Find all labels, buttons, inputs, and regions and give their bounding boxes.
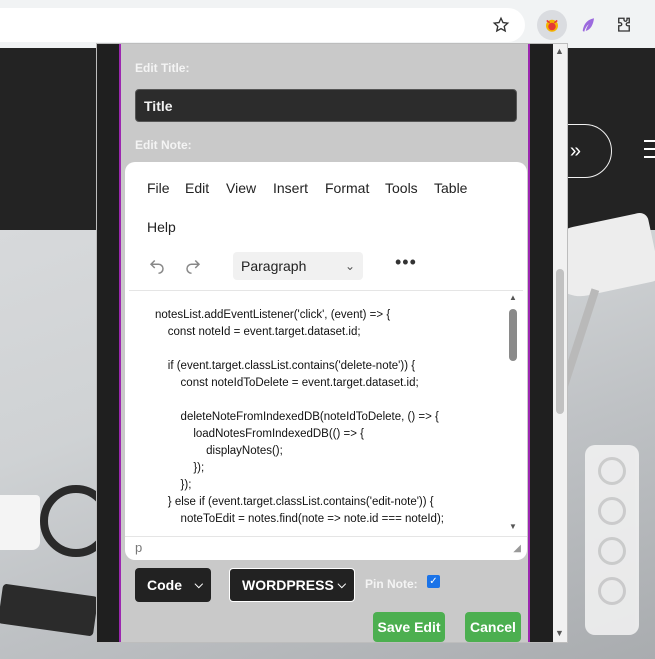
chevron-down-icon: ⌵: [194, 578, 203, 591]
edit-note-label: Edit Note:: [135, 138, 192, 152]
editor-statusbar: p ◢: [125, 536, 527, 560]
cancel-button[interactable]: Cancel: [465, 612, 521, 642]
pin-note-checkbox[interactable]: ✓: [427, 575, 440, 588]
extension-popup: Edit Title: Title Edit Note: File Edit V…: [96, 43, 568, 643]
save-edit-button[interactable]: Save Edit: [373, 612, 445, 642]
menu-tools[interactable]: Tools: [385, 180, 418, 196]
block-format-select[interactable]: Paragraph ⌄: [233, 252, 363, 280]
extension-fox-icon[interactable]: [537, 10, 567, 40]
chevron-down-icon: ⌵: [337, 578, 346, 591]
puzzle-icon[interactable]: [611, 12, 637, 38]
code-text: notesList.addEventListener('click', (eve…: [155, 307, 444, 536]
chevron-down-icon: ⌄: [344, 259, 355, 273]
mug-image: [0, 495, 40, 550]
redo-icon[interactable]: [181, 253, 205, 277]
menu-icon[interactable]: [644, 140, 655, 164]
platform-select[interactable]: WORDPRESS ⌵: [229, 568, 355, 602]
rich-text-editor: File Edit View Insert Format Tools Table…: [125, 162, 527, 560]
element-path[interactable]: p: [135, 540, 142, 555]
menu-insert[interactable]: Insert: [273, 180, 308, 196]
menu-format[interactable]: Format: [325, 180, 369, 196]
more-icon[interactable]: •••: [395, 252, 417, 273]
pin-note-label: Pin Note:: [365, 577, 418, 591]
undo-icon[interactable]: [145, 253, 169, 277]
speaker-image: [585, 445, 639, 635]
menu-help[interactable]: Help: [147, 219, 176, 235]
platform-select-value: WORDPRESS: [242, 577, 334, 593]
code-line: displayNotes();: [155, 445, 283, 457]
code-line: if (event.target.classList.contains('del…: [155, 360, 416, 372]
menu-edit[interactable]: Edit: [185, 180, 209, 196]
menu-table[interactable]: Table: [434, 180, 467, 196]
browser-toolbar: [0, 0, 655, 48]
menu-file[interactable]: File: [147, 180, 170, 196]
resize-handle-icon[interactable]: ◢: [513, 543, 521, 554]
block-format-value: Paragraph: [241, 258, 307, 274]
code-line: const noteId = event.target.dataset.id;: [155, 326, 361, 338]
edit-title-label: Edit Title:: [135, 61, 190, 75]
address-bar[interactable]: [0, 8, 525, 42]
popup-scrollbar[interactable]: ▲ ▼: [553, 44, 567, 642]
code-line: notesList.addEventListener('click', (eve…: [155, 309, 391, 321]
code-line: loadNotesFromIndexedDB(() => {: [155, 428, 365, 440]
editor-content[interactable]: notesList.addEventListener('click', (eve…: [129, 290, 523, 536]
edit-note-panel: Edit Title: Title Edit Note: File Edit V…: [119, 44, 530, 642]
code-line: deleteNoteFromIndexedDB(noteIdToDelete, …: [155, 411, 439, 423]
code-line: const noteIdToDelete = event.target.data…: [155, 377, 419, 389]
editor-scrollbar[interactable]: ▲ ▼: [509, 293, 517, 531]
device-image: [0, 583, 99, 637]
editor-toolbar: Paragraph ⌄ •••: [145, 250, 505, 280]
title-input[interactable]: Title: [135, 89, 517, 122]
feather-icon[interactable]: [575, 12, 601, 38]
code-line: } else if (event.target.classList.contai…: [155, 496, 434, 508]
menu-view[interactable]: View: [226, 180, 256, 196]
code-line: noteToEdit = notes.find(note => note.id …: [155, 513, 444, 525]
code-line: });: [155, 479, 192, 491]
format-select[interactable]: Code ⌵: [135, 568, 211, 602]
code-line: });: [155, 462, 205, 474]
star-icon[interactable]: [488, 12, 514, 38]
format-select-value: Code: [147, 577, 182, 593]
